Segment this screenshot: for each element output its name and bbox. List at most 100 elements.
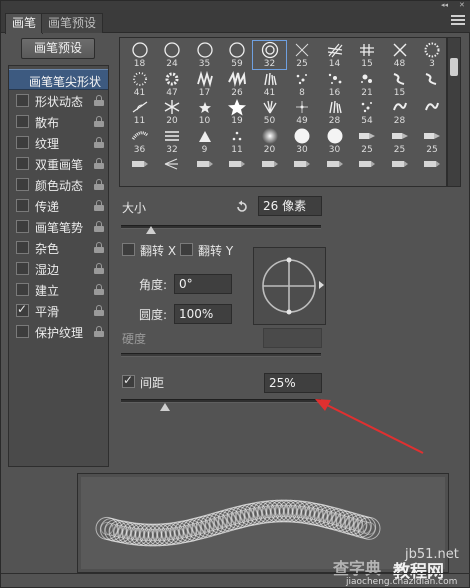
brush-tip-pen[interactable] <box>253 155 286 183</box>
brush-tip-brush-tip[interactable]: 25 <box>351 127 384 155</box>
sidebar-item-10[interactable]: 建立 <box>9 279 108 300</box>
sidebar-item-3[interactable]: 纹理 <box>9 132 108 153</box>
sidebar-checkbox[interactable] <box>16 199 29 212</box>
panel-menu-icon[interactable] <box>451 15 465 27</box>
brush-tip-feather[interactable]: 36 <box>123 127 156 155</box>
spacing-slider-track[interactable] <box>121 399 321 403</box>
brush-tip-triangle[interactable]: 9 <box>188 127 221 155</box>
sidebar-item-9[interactable]: 湿边 <box>9 258 108 279</box>
brush-tip-dots[interactable]: 8 <box>286 70 319 98</box>
brush-tip-pen[interactable] <box>318 155 351 183</box>
sidebar-item-6[interactable]: 传递 <box>9 195 108 216</box>
size-slider-thumb[interactable] <box>146 226 156 234</box>
lock-icon[interactable] <box>94 95 104 106</box>
brush-tip-swirl[interactable] <box>416 98 447 126</box>
tab-brush[interactable]: 画笔 <box>5 13 44 34</box>
sidebar-item-5[interactable]: 颜色动态 <box>9 174 108 195</box>
sidebar-item-0[interactable]: 画笔笔尖形状 <box>9 69 108 90</box>
sidebar-checkbox[interactable] <box>16 94 29 107</box>
lock-icon[interactable] <box>94 116 104 127</box>
brush-tip-circle-thin[interactable]: 18 <box>123 41 156 69</box>
spacing-input[interactable]: 25% <box>264 373 322 393</box>
sidebar-checkbox[interactable] <box>16 136 29 149</box>
lock-icon[interactable] <box>94 284 104 295</box>
brush-tip-pen[interactable] <box>188 155 221 183</box>
lock-icon[interactable] <box>94 158 104 169</box>
scrollbar-thumb[interactable] <box>450 58 458 76</box>
brush-tip-swirl[interactable]: 28 <box>383 98 416 126</box>
close-icon[interactable]: ✕ <box>459 1 465 10</box>
brush-tip-sparkle[interactable]: 49 <box>286 98 319 126</box>
brush-tip-scatter2[interactable]: 21 <box>351 70 384 98</box>
brush-tip-squiggle[interactable] <box>416 70 447 98</box>
brush-tip-pen[interactable] <box>351 155 384 183</box>
brush-tip-fan-brush[interactable] <box>156 155 189 183</box>
brush-tip-hash[interactable]: 15 <box>351 41 384 69</box>
brush-tip-hatch[interactable]: 14 <box>318 41 351 69</box>
brush-tip-soft-circle[interactable]: 20 <box>253 127 286 155</box>
spacing-checkbox[interactable] <box>122 373 135 388</box>
collapse-icon[interactable]: ◂◂ <box>441 1 448 10</box>
brush-tip-scatter[interactable]: 16 <box>318 70 351 98</box>
brush-tip-solid-circle[interactable]: 30 <box>318 127 351 155</box>
reset-size-icon[interactable] <box>235 200 249 214</box>
brush-presets-button[interactable]: 画笔预设 <box>21 38 95 59</box>
brush-tip-cross[interactable]: 25 <box>286 41 319 69</box>
lock-icon[interactable] <box>94 137 104 148</box>
brush-tip-flower[interactable]: 47 <box>156 70 189 98</box>
brush-tip-circle-thin[interactable]: 35 <box>188 41 221 69</box>
brush-tip-dots-ring[interactable]: 3 <box>416 41 447 69</box>
sidebar-checkbox[interactable] <box>16 283 29 296</box>
sidebar-item-1[interactable]: 形状动态 <box>9 90 108 111</box>
brush-tip-dots-tri[interactable]: 11 <box>221 127 254 155</box>
brush-tip-snowflake[interactable]: 20 <box>156 98 189 126</box>
lock-icon[interactable] <box>94 200 104 211</box>
brush-tip-leaf[interactable]: 11 <box>123 98 156 126</box>
lock-icon[interactable] <box>94 242 104 253</box>
angle-input[interactable]: 0° <box>174 274 232 294</box>
brush-tip-dots[interactable]: 54 <box>351 98 384 126</box>
tab-brush-presets[interactable]: 画笔预设 <box>41 13 104 33</box>
sidebar-item-4[interactable]: 双重画笔 <box>9 153 108 174</box>
brush-tip-star[interactable]: 19 <box>221 98 254 126</box>
angle-arrow-icon[interactable] <box>319 281 324 289</box>
spacing-slider-thumb[interactable] <box>160 403 170 411</box>
brush-tip-pen[interactable] <box>286 155 319 183</box>
brush-tip-starburst[interactable]: 26 <box>221 70 254 98</box>
brush-tip-pen[interactable] <box>221 155 254 183</box>
brush-tip-circle-double[interactable]: 32 <box>252 40 287 70</box>
brush-tip-zigzag[interactable]: 17 <box>188 70 221 98</box>
brush-tip-ring-dots[interactable]: 41 <box>123 70 156 98</box>
angle-roundness-widget[interactable] <box>253 247 326 325</box>
brush-tip-star-small[interactable]: 10 <box>188 98 221 126</box>
brush-tip-solid-circle[interactable]: 30 <box>286 127 319 155</box>
flip-x-checkbox[interactable] <box>122 243 135 256</box>
lock-icon[interactable] <box>94 326 104 337</box>
sidebar-item-11[interactable]: 平滑 <box>9 300 108 321</box>
sidebar-item-8[interactable]: 杂色 <box>9 237 108 258</box>
brush-tip-pen[interactable] <box>123 155 156 183</box>
sidebar-checkbox[interactable] <box>16 262 29 275</box>
lock-icon[interactable] <box>94 263 104 274</box>
brush-grid-scrollbar[interactable] <box>447 37 461 187</box>
brush-tip-grass[interactable]: 28 <box>318 98 351 126</box>
sidebar-checkbox[interactable] <box>16 302 29 317</box>
brush-tip-fan[interactable]: 50 <box>253 98 286 126</box>
size-input[interactable]: 26 像素 <box>258 196 322 216</box>
sidebar-checkbox[interactable] <box>16 220 29 233</box>
sidebar-item-12[interactable]: 保护纹理 <box>9 321 108 342</box>
brush-tip-pen[interactable] <box>416 155 447 183</box>
brush-tip-circle-thin[interactable]: 59 <box>221 41 254 69</box>
sidebar-checkbox[interactable] <box>16 325 29 338</box>
brush-tip-pen[interactable] <box>383 155 416 183</box>
flip-y-checkbox[interactable] <box>180 243 193 256</box>
brush-tip-grass[interactable]: 41 <box>253 70 286 98</box>
brush-tip-brush-tip[interactable]: 25 <box>383 127 416 155</box>
sidebar-item-7[interactable]: 画笔笔势 <box>9 216 108 237</box>
sidebar-item-2[interactable]: 散布 <box>9 111 108 132</box>
brush-tip-circle-thin[interactable]: 24 <box>156 41 189 69</box>
brush-tip-stripes[interactable]: 32 <box>156 127 189 155</box>
sidebar-checkbox[interactable] <box>16 178 29 191</box>
sidebar-checkbox[interactable] <box>16 157 29 170</box>
brush-tip-squiggle[interactable]: 15 <box>383 70 416 98</box>
